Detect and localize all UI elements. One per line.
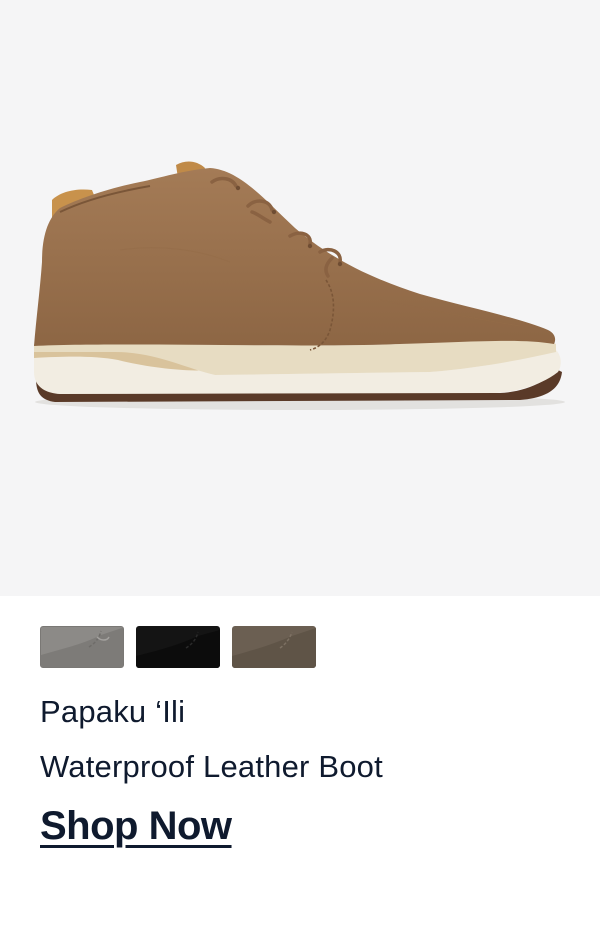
shop-now-link[interactable]: Shop Now [40,804,232,849]
brown-colorway-swatch[interactable] [232,626,316,668]
chukka-boot-image[interactable] [0,0,600,596]
product-image-area[interactable] [0,0,600,596]
colorway-swatches [40,626,316,668]
product-name[interactable]: Papaku ‘Ili [40,694,185,730]
black-colorway-swatch[interactable] [136,626,220,668]
grey-colorway-swatch[interactable] [40,626,124,668]
product-subtitle[interactable]: Waterproof Leather Boot [40,749,383,785]
